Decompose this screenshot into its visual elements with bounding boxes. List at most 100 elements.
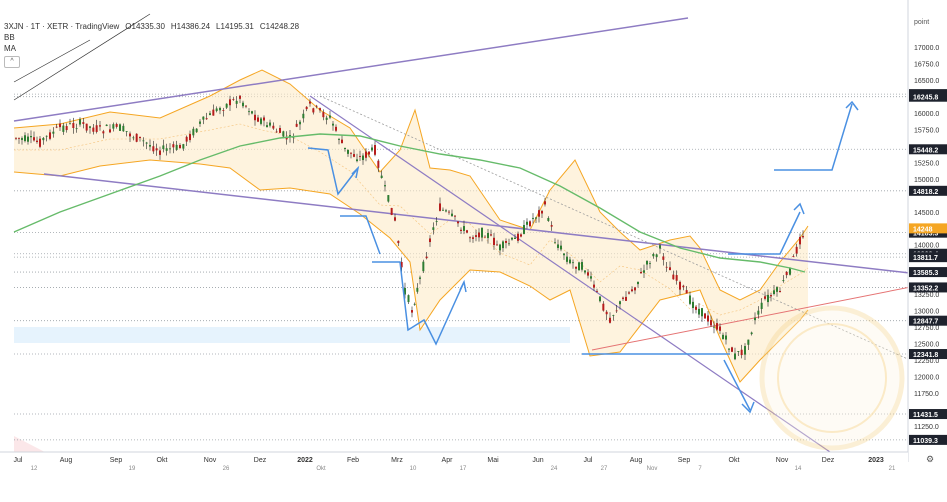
candle-body	[155, 148, 158, 151]
time-sub-label: 24	[551, 466, 558, 472]
candle-body	[72, 123, 75, 128]
candle-body	[266, 125, 268, 128]
candle-body	[547, 218, 550, 221]
candle-body	[481, 227, 483, 238]
candle-body	[192, 128, 195, 136]
indicator-ma-label[interactable]: MA	[4, 43, 299, 54]
candle-body	[315, 105, 318, 107]
time-sub-label: 10	[410, 466, 417, 472]
time-sub-label: Okt	[316, 466, 326, 472]
ohlc-open: O14335.30	[125, 22, 165, 31]
candle-body	[92, 127, 95, 132]
candle-body	[212, 109, 215, 116]
candle-body	[65, 126, 68, 131]
candle-body	[612, 315, 615, 316]
candle-body	[725, 335, 727, 340]
candle-body	[634, 287, 636, 291]
candle-body	[199, 121, 201, 124]
candle-body	[359, 156, 361, 157]
candle-body	[701, 308, 703, 317]
candle-body	[185, 136, 188, 142]
current-price-label: 14248	[913, 226, 933, 233]
time-sub-label: 21	[889, 466, 896, 472]
gear-icon[interactable]: ⚙	[926, 454, 934, 464]
candle-body	[30, 136, 32, 138]
price-tick-label: 14000.0	[914, 243, 939, 250]
candle-body	[368, 151, 370, 155]
candle-body	[435, 221, 438, 223]
candle-body	[652, 253, 655, 257]
candle-body	[202, 116, 205, 120]
candle-body	[643, 270, 645, 273]
price-tick-label: 11250.0	[914, 424, 939, 431]
time-axis[interactable]: Jul12Aug Sep19Okt Nov26Dez 2022OktFeb Mrz10A…	[0, 451, 934, 502]
candle-body	[541, 210, 543, 214]
candle-body	[390, 207, 393, 215]
candle-body	[508, 243, 510, 245]
candle-body	[744, 346, 746, 355]
candle-body	[628, 292, 630, 294]
time-tick-label: Jun	[532, 457, 543, 464]
candle-body	[18, 137, 20, 139]
candle-body	[737, 351, 740, 352]
candle-body	[189, 134, 191, 141]
candle-body	[413, 303, 416, 305]
time-tick-label: Sep	[678, 457, 691, 464]
candle-body	[329, 115, 331, 118]
candle-body	[425, 256, 428, 259]
indicator-bb-label[interactable]: BB	[4, 32, 299, 43]
candle-body	[432, 227, 435, 230]
candle-body	[312, 108, 315, 113]
candle-body	[698, 308, 700, 315]
candle-body	[239, 95, 241, 99]
candle-body	[535, 217, 537, 219]
candle-body	[619, 301, 621, 305]
candle-body	[776, 287, 778, 292]
candle-body	[719, 326, 721, 331]
price-axis[interactable]: point 17000.0 16750.0 16500.0 16000.0 15750.0…	[907, 0, 947, 462]
candle-body	[142, 140, 145, 142]
candle-body	[532, 217, 534, 219]
level-tag-label: 14818.2	[913, 189, 938, 196]
candle-body	[394, 217, 396, 221]
candle-body	[422, 261, 425, 272]
collapse-legend-button[interactable]: ^	[4, 56, 20, 68]
chart-canvas[interactable]: point 17000.0 16750.0 16500.0 16000.0 15750.0…	[0, 0, 947, 502]
time-tick-label: Dez	[822, 457, 835, 464]
price-tick-label: 16000.0	[914, 111, 939, 118]
price-tick-label: 12750.0	[914, 325, 939, 332]
time-tick-label: Feb	[347, 457, 359, 464]
candle-body	[505, 240, 507, 243]
candle-body	[162, 145, 165, 150]
candle-body	[502, 241, 504, 249]
level-tag-label: 13352.2	[913, 285, 938, 292]
candle-body	[52, 131, 55, 134]
candle-body	[487, 232, 489, 239]
candle-body	[257, 117, 259, 122]
symbol-label[interactable]: 3XJN · 1T · XETR · TradingView	[4, 21, 119, 32]
candle-body	[159, 150, 161, 155]
candle-body	[149, 144, 151, 147]
level-tag-label: 11039.3	[913, 438, 938, 445]
candle-body	[335, 126, 337, 131]
candle-body	[95, 125, 98, 132]
candle-body	[578, 262, 580, 271]
candle-body	[625, 296, 627, 301]
price-tick-label: 17000.0	[914, 45, 939, 52]
candle-body	[319, 108, 321, 111]
candle-body	[122, 125, 125, 132]
time-tick-label: Okt	[729, 457, 740, 464]
candle-body	[713, 326, 715, 328]
candle-body	[599, 296, 601, 302]
candle-body	[451, 213, 453, 216]
candle-body	[377, 160, 380, 168]
candle-body	[517, 233, 519, 241]
price-tick-label: 14500.0	[914, 210, 939, 217]
chart-legend-header: 3XJN · 1T · XETR · TradingView O14335.30…	[4, 21, 299, 68]
time-tick-label: Mai	[487, 457, 499, 464]
time-tick-label: Aug	[60, 457, 73, 464]
candle-body	[36, 140, 38, 143]
candle-body	[299, 121, 301, 125]
candle-body	[478, 232, 480, 238]
time-sub-label: 19	[129, 466, 136, 472]
